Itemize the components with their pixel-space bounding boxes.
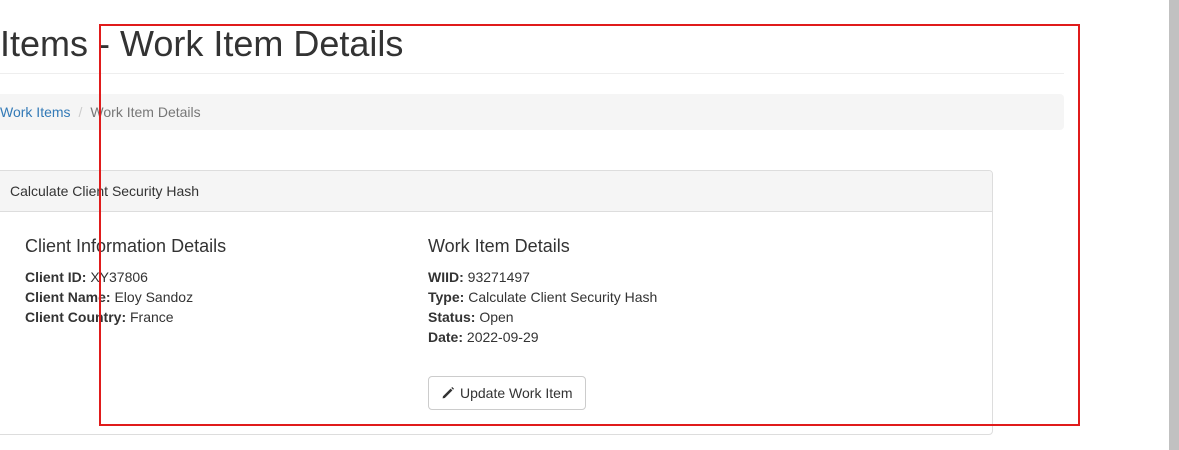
wiid-value: 93271497 — [467, 269, 530, 285]
client-country-field: Client Country: France — [25, 307, 226, 327]
title-divider — [0, 73, 1064, 74]
work-item-heading: Work Item Details — [428, 236, 570, 256]
date-field: Date: 2022-09-29 — [428, 327, 657, 347]
client-id-value: XY37806 — [90, 269, 148, 285]
type-field: Type: Calculate Client Security Hash — [428, 287, 657, 307]
update-work-item-label: Update Work Item — [460, 385, 573, 401]
date-value: 2022-09-29 — [466, 329, 539, 345]
panel-heading: Calculate Client Security Hash — [0, 171, 992, 212]
breadcrumb-separator: / — [78, 104, 83, 120]
breadcrumb-current: Work Item Details — [90, 104, 201, 120]
status-label: Status: — [428, 309, 476, 325]
wiid-label: WIID: — [428, 269, 464, 285]
page-viewport: k Items - Work Item Details Work Items / W… — [0, 0, 1179, 450]
date-label: Date: — [428, 329, 464, 345]
scrollbar-thumb[interactable] — [1169, 0, 1179, 450]
pencil-icon — [441, 386, 455, 400]
client-name-value: Eloy Sandoz — [114, 289, 194, 305]
breadcrumb: Work Items / Work Item Details — [0, 94, 1064, 130]
client-info-section: Client Information Details Client ID: XY… — [25, 235, 226, 327]
wiid-field: WIID: 93271497 — [428, 267, 657, 287]
scrollbar-track[interactable] — [1169, 0, 1179, 450]
type-label: Type: — [428, 289, 465, 305]
client-id-label: Client ID: — [25, 269, 87, 285]
client-info-heading: Client Information Details — [25, 236, 227, 256]
work-item-section: Work Item Details WIID: 93271497 Type: C… — [428, 235, 657, 347]
client-id-field: Client ID: XY37806 — [25, 267, 226, 287]
page-title: k Items - Work Item Details — [0, 23, 404, 64]
work-item-panel: Calculate Client Security Hash Client In… — [0, 170, 993, 435]
client-country-value: France — [130, 309, 174, 325]
client-name-label: Client Name: — [25, 289, 111, 305]
client-name-field: Client Name: Eloy Sandoz — [25, 287, 226, 307]
status-field: Status: Open — [428, 307, 657, 327]
update-work-item-button[interactable]: Update Work Item — [428, 376, 586, 410]
type-value: Calculate Client Security Hash — [468, 289, 658, 305]
client-country-label: Client Country: — [25, 309, 127, 325]
status-value: Open — [479, 309, 514, 325]
breadcrumb-link-work-items[interactable]: Work Items — [0, 104, 71, 120]
